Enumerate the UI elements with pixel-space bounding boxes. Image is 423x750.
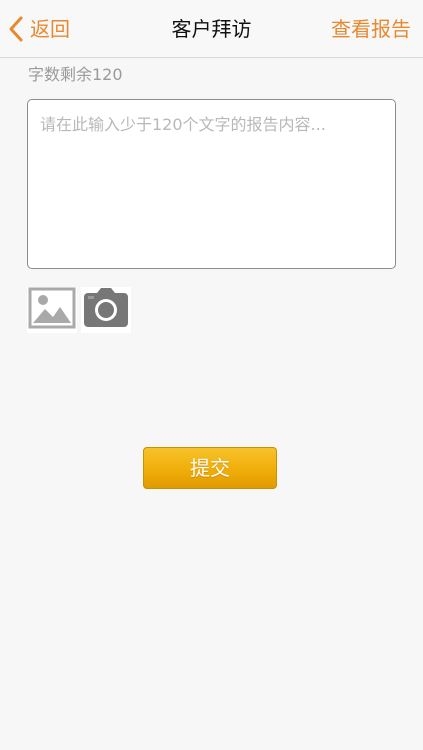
report-input-container (27, 99, 396, 269)
view-report-button[interactable]: 查看报告 (331, 0, 411, 58)
camera-icon (81, 287, 131, 333)
back-button[interactable]: 返回 (8, 10, 70, 48)
back-button-label: 返回 (30, 17, 70, 41)
image-gallery-icon (28, 287, 76, 333)
customer-visit-screen: 返回 客户拜访 查看报告 字数剩余120 提交 (0, 0, 423, 750)
take-photo-button[interactable] (81, 287, 131, 333)
add-image-button[interactable] (27, 287, 77, 333)
chevron-left-icon (8, 15, 24, 43)
report-content-input[interactable] (28, 100, 395, 268)
submit-button[interactable]: 提交 (143, 447, 277, 489)
remaining-characters-counter: 字数剩余120 (28, 65, 123, 84)
navigation-bar: 返回 客户拜访 查看报告 (0, 0, 423, 58)
